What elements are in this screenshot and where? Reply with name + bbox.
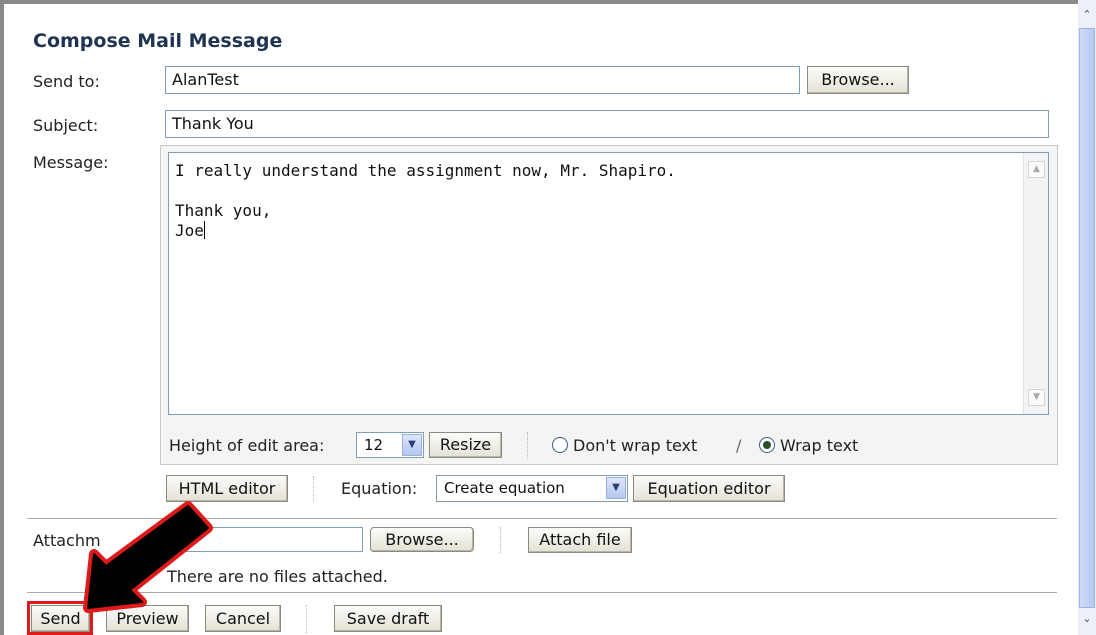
message-scrollbar[interactable]: ▲ ▼ [1023, 153, 1048, 414]
equation-editor-button[interactable]: Equation editor [633, 475, 785, 502]
send-to-browse-button[interactable]: Browse... [807, 66, 909, 94]
scroll-up-icon[interactable]: ▲ [1028, 161, 1045, 178]
equation-select[interactable]: Create equation ▼ [436, 475, 628, 502]
height-select-value: 12 [364, 436, 384, 454]
wrap-label: Wrap text [780, 436, 859, 455]
wrap-radio[interactable] [759, 437, 775, 453]
page-title: Compose Mail Message [33, 30, 283, 52]
window-scroll-up-icon[interactable]: ⌃ [1080, 8, 1094, 26]
height-select[interactable]: 12 ▼ [356, 432, 424, 458]
send-to-label: Send to: [33, 72, 100, 91]
save-draft-button[interactable]: Save draft [334, 605, 442, 632]
separator [500, 527, 501, 553]
message-text: I really understand the assignment now, … [175, 161, 676, 241]
message-line-1: I really understand the assignment now, … [175, 161, 676, 180]
left-border [0, 0, 4, 635]
text-caret [203, 221, 205, 239]
chevron-down-icon: ▼ [402, 434, 422, 456]
compose-window: Compose Mail Message Send to: AlanTest B… [0, 0, 1096, 635]
pointer-arrow-icon [83, 501, 213, 613]
equation-select-value: Create equation [444, 479, 565, 497]
top-border [0, 0, 1078, 4]
dont-wrap-label: Don't wrap text [573, 436, 698, 455]
window-scroll-thumb[interactable] [1079, 28, 1095, 608]
message-line-3: Joe [175, 221, 204, 240]
separator [313, 476, 314, 502]
resize-button[interactable]: Resize [429, 432, 502, 458]
separator [527, 432, 528, 458]
window-scroll-down-icon[interactable]: ⌄ [1080, 612, 1094, 630]
dont-wrap-radio[interactable] [552, 437, 568, 453]
message-line-2: Thank you, [175, 201, 272, 220]
dont-wrap-option[interactable]: Don't wrap text [552, 436, 697, 455]
chevron-down-icon: ▼ [606, 477, 626, 499]
message-textarea[interactable]: I really understand the assignment now, … [168, 152, 1049, 415]
message-label: Message: [33, 153, 109, 172]
scroll-down-icon[interactable]: ▼ [1028, 389, 1045, 406]
height-of-edit-area-label: Height of edit area: [169, 436, 325, 455]
subject-label: Subject: [33, 116, 99, 135]
attach-file-button[interactable]: Attach file [528, 527, 632, 553]
wrap-option[interactable]: Wrap text [759, 436, 858, 455]
subject-input[interactable]: Thank You [165, 110, 1049, 138]
equation-label: Equation: [341, 479, 418, 498]
slash-divider: / [736, 436, 742, 455]
separator [306, 605, 307, 633]
send-to-input[interactable]: AlanTest [165, 66, 800, 94]
window-scrollbar[interactable]: ⌃ ⌄ [1078, 0, 1096, 635]
attachment-browse-button[interactable]: Browse... [370, 527, 474, 552]
